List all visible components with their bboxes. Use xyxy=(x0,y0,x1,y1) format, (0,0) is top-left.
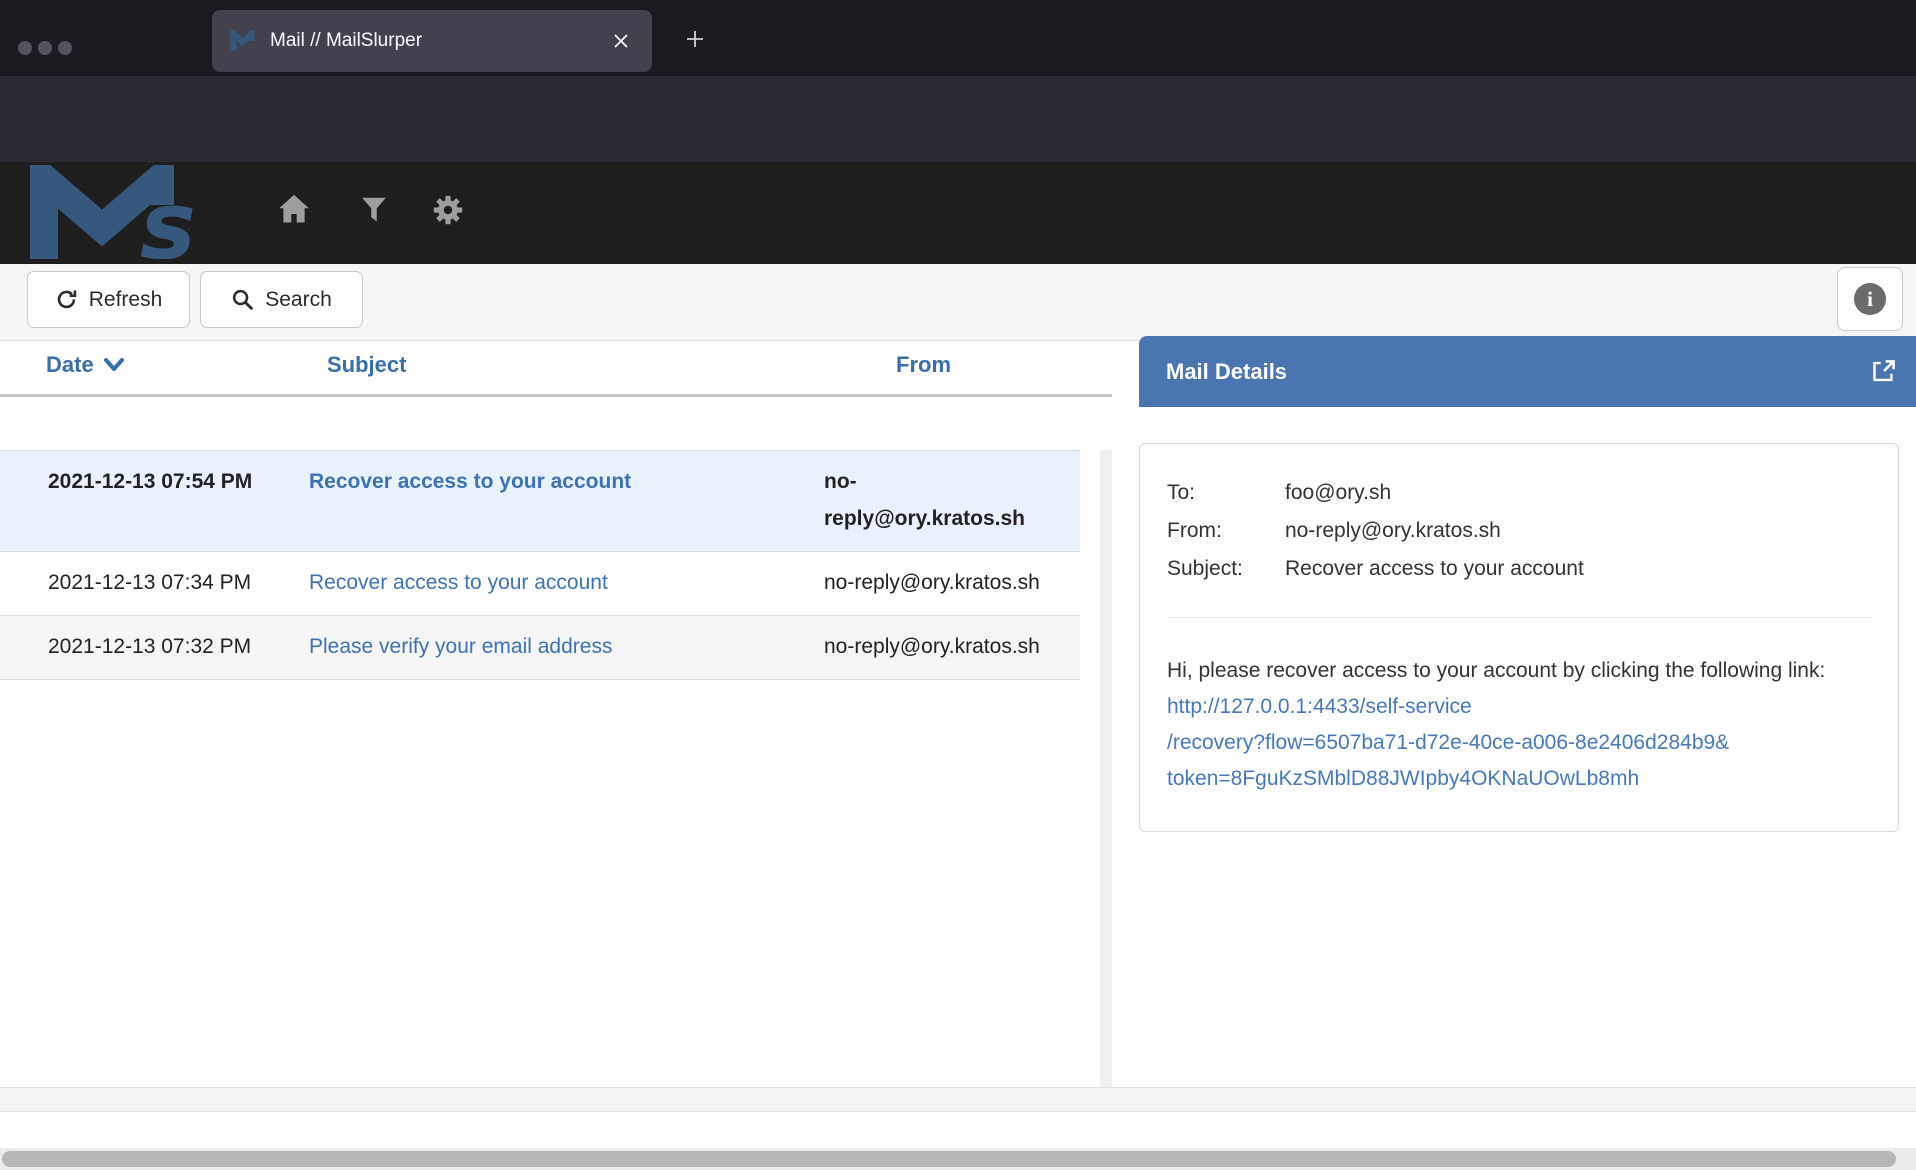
mail-from: no-reply@ory.kratos.sh xyxy=(800,564,1080,601)
search-icon xyxy=(231,288,254,311)
tab-close-button[interactable] xyxy=(608,28,634,54)
column-header-from[interactable]: From xyxy=(896,352,951,378)
filter-icon xyxy=(359,195,389,223)
mail-subject-link[interactable]: Recover access to your account xyxy=(309,470,631,493)
window-maximize-dot[interactable] xyxy=(58,41,72,55)
browser-toolbar: 127.0.0.1:4436/# 90% xyxy=(0,76,1916,162)
mail-row-selected[interactable]: 2021-12-13 07:54 PM Recover access to yo… xyxy=(0,450,1080,552)
new-tab-button[interactable] xyxy=(683,27,707,51)
mail-list: 2021-12-13 07:54 PM Recover access to yo… xyxy=(0,450,1080,680)
column-header-date-label: Date xyxy=(46,352,94,378)
search-button-label: Search xyxy=(265,288,332,312)
mail-subject-link[interactable]: Please verify your email address xyxy=(309,635,612,658)
details-divider xyxy=(1167,617,1871,618)
column-header-subject[interactable]: Subject xyxy=(327,352,406,378)
mail-date: 2021-12-13 07:32 PM xyxy=(0,628,260,665)
close-icon xyxy=(612,32,630,50)
gear-icon xyxy=(431,193,465,227)
refresh-button-label: Refresh xyxy=(89,288,163,312)
mail-details-header: Mail Details xyxy=(1139,336,1916,407)
sort-desc-icon xyxy=(103,357,125,373)
browser-tab[interactable]: Mail // MailSlurper xyxy=(212,10,652,72)
home-button[interactable] xyxy=(277,193,311,225)
mail-header-fields: To: foo@ory.sh From: no-reply@ory.kratos… xyxy=(1167,474,1871,588)
recovery-link[interactable]: http://127.0.0.1:4433/self-service/recov… xyxy=(1167,695,1729,790)
mail-date: 2021-12-13 07:54 PM xyxy=(0,463,260,537)
home-icon xyxy=(277,193,311,225)
mail-from: no-reply@ory.kratos.sh xyxy=(800,463,1080,537)
field-label: To: xyxy=(1167,474,1285,512)
window-controls[interactable] xyxy=(18,41,72,55)
plus-icon xyxy=(683,27,707,51)
refresh-icon xyxy=(55,288,78,311)
mail-body: Hi, please recover access to your accoun… xyxy=(1167,653,1871,797)
filter-button[interactable] xyxy=(359,195,389,223)
mail-subject-link[interactable]: Recover access to your account xyxy=(309,571,608,594)
search-button[interactable]: Search xyxy=(200,271,363,328)
tab-title: Mail // MailSlurper xyxy=(270,30,608,52)
settings-button[interactable] xyxy=(431,193,465,227)
field-value-subject: Recover access to your account xyxy=(1285,550,1871,588)
column-header-date[interactable]: Date xyxy=(46,352,125,378)
mail-row[interactable]: 2021-12-13 07:32 PM Please verify your e… xyxy=(0,616,1080,680)
mail-details-title: Mail Details xyxy=(1166,359,1870,385)
field-value-to: foo@ory.sh xyxy=(1285,474,1871,512)
header-divider xyxy=(0,394,1112,397)
horizontal-scrollbar-thumb[interactable] xyxy=(2,1151,1896,1167)
mail-row[interactable]: 2021-12-13 07:34 PM Recover access to yo… xyxy=(0,552,1080,616)
app-navbar: s xyxy=(0,162,1916,264)
svg-text:s: s xyxy=(140,172,196,259)
info-icon: i xyxy=(1854,283,1886,315)
footer-bar xyxy=(0,1087,1916,1112)
panel-gutter xyxy=(1100,450,1112,1087)
mailslurper-logo[interactable]: s xyxy=(28,165,224,259)
mail-date: 2021-12-13 07:34 PM xyxy=(0,564,260,601)
mailslurper-favicon-icon xyxy=(230,30,256,52)
field-label: From: xyxy=(1167,512,1285,550)
window-close-dot[interactable] xyxy=(18,41,32,55)
mail-details-card: To: foo@ory.sh From: no-reply@ory.kratos… xyxy=(1139,443,1899,832)
field-value-from: no-reply@ory.kratos.sh xyxy=(1285,512,1871,550)
window-minimize-dot[interactable] xyxy=(38,41,52,55)
open-mail-button[interactable] xyxy=(1870,358,1897,385)
info-button[interactable]: i xyxy=(1837,267,1903,331)
external-link-icon xyxy=(1870,358,1897,385)
app-toolbar: Refresh Search i xyxy=(0,264,1916,341)
browser-tab-bar: Mail // MailSlurper xyxy=(0,0,1916,76)
screen: Mail // MailSlurper xyxy=(0,0,1916,1170)
mail-from: no-reply@ory.kratos.sh xyxy=(800,628,1080,665)
refresh-button[interactable]: Refresh xyxy=(27,271,190,328)
mail-body-text: Hi, please recover access to your accoun… xyxy=(1167,659,1825,682)
field-label: Subject: xyxy=(1167,550,1285,588)
